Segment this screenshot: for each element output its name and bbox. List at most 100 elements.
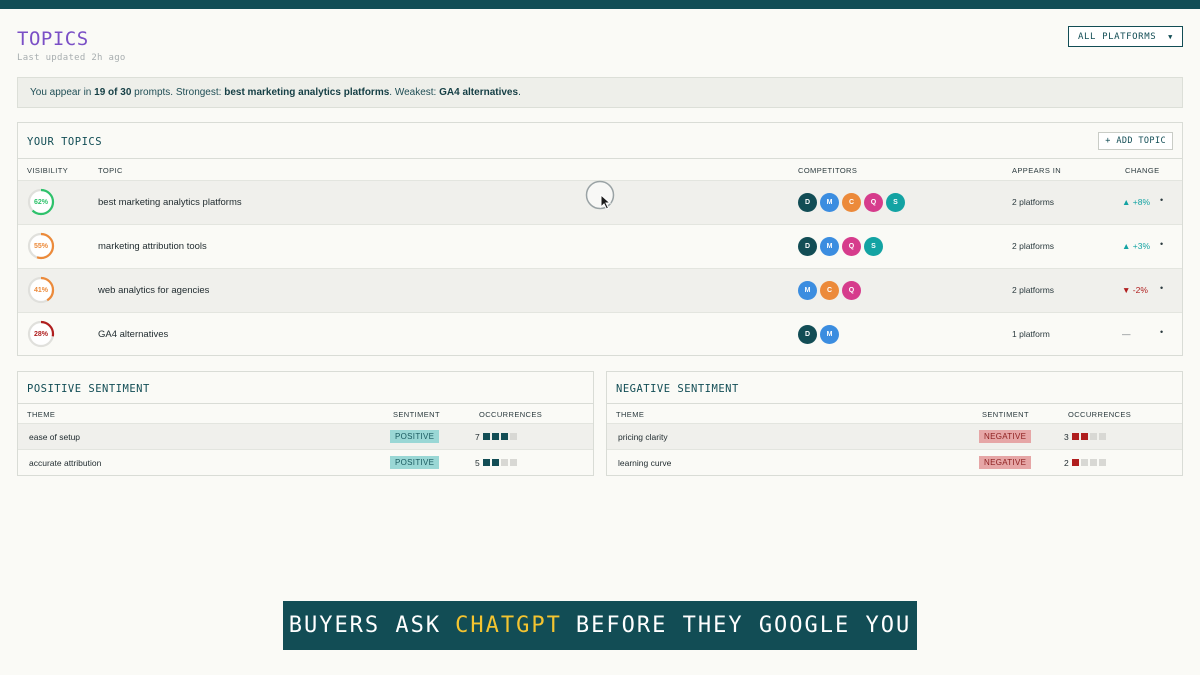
summary-banner: You appear in 19 of 30 prompts. Stronges… <box>17 77 1183 108</box>
caption-after: BEFORE THEY GOOGLE YOU <box>575 613 912 638</box>
add-topic-button[interactable]: + ADD TOPIC <box>1098 132 1173 150</box>
appears-in-value: 2 platforms <box>1012 285 1055 295</box>
chevron-down-icon: ▼ <box>1168 32 1173 41</box>
sentiment-row[interactable]: ease of setup POSITIVE 7 <box>18 423 593 449</box>
top-accent-bar <box>0 0 1200 9</box>
topic-row[interactable]: 28% GA4 alternatives DM 1 platform — • <box>18 312 1182 356</box>
row-menu-icon[interactable]: • <box>1160 283 1163 293</box>
appears-in-value: 2 platforms <box>1012 241 1055 251</box>
occurrence-square <box>491 459 499 466</box>
caption-before: BUYERS ASK <box>288 613 442 638</box>
competitor-avatar[interactable]: M <box>820 193 839 212</box>
row-menu-icon[interactable]: • <box>1160 195 1163 205</box>
page-title: TOPICS <box>17 28 89 50</box>
occurrence-square <box>509 433 517 440</box>
occurrence-count: 2 <box>1064 458 1069 468</box>
competitor-avatar[interactable]: D <box>798 193 817 212</box>
occurrence-square <box>1089 459 1097 466</box>
occurrence-count: 5 <box>475 458 480 468</box>
summary-strongest-topic: best marketing analytics platforms <box>224 87 390 98</box>
platform-filter-label: ALL PLATFORMS <box>1078 31 1157 42</box>
occurrences: 2 <box>1064 458 1108 468</box>
occurrence-square <box>1071 459 1079 466</box>
sentiment-badge: NEGATIVE <box>979 430 1032 443</box>
competitor-avatar[interactable]: Q <box>842 281 861 300</box>
col-theme: THEME <box>616 410 645 419</box>
topics-card-title: YOUR TOPICS <box>27 136 103 148</box>
col-sentiment: SENTIMENT <box>982 410 1029 419</box>
occurrence-count: 3 <box>1064 432 1069 442</box>
competitor-avatars: DMCQS <box>798 193 908 212</box>
competitor-avatar[interactable]: Q <box>842 237 861 256</box>
negative-table-header: THEME SENTIMENT OCCURRENCES <box>607 403 1182 423</box>
topic-name: marketing attribution tools <box>98 241 207 252</box>
change-value: ▲ +8% <box>1122 197 1151 207</box>
col-appears-in: APPEARS IN <box>1012 166 1062 175</box>
occurrence-bar <box>482 432 519 442</box>
competitor-avatar[interactable]: C <box>842 193 861 212</box>
summary-suffix: . <box>518 87 521 98</box>
topic-name: GA4 alternatives <box>98 329 169 340</box>
competitor-avatar[interactable]: D <box>798 325 817 344</box>
positive-sentiment-card: POSITIVE SENTIMENT THEME SENTIMENT OCCUR… <box>17 371 594 476</box>
competitor-avatar[interactable]: S <box>864 237 883 256</box>
change-value: — <box>1122 329 1131 339</box>
last-updated-text: Last updated 2h ago <box>17 53 126 63</box>
occurrences: 3 <box>1064 432 1108 442</box>
sentiment-row[interactable]: accurate attribution POSITIVE 5 <box>18 449 593 475</box>
col-competitors: COMPETITORS <box>798 166 858 175</box>
occurrence-square <box>1080 459 1088 466</box>
caption-banner: BUYERS ASK CHATGPT BEFORE THEY GOOGLE YO… <box>283 601 917 650</box>
row-menu-icon[interactable]: • <box>1160 239 1163 249</box>
occurrence-square <box>509 459 517 466</box>
topic-row[interactable]: 41% web analytics for agencies MCQ 2 pla… <box>18 268 1182 312</box>
competitor-avatar[interactable]: M <box>820 237 839 256</box>
negative-sentiment-card: NEGATIVE SENTIMENT THEME SENTIMENT OCCUR… <box>606 371 1183 476</box>
topic-row[interactable]: 55% marketing attribution tools DMQS 2 p… <box>18 224 1182 268</box>
topics-card: YOUR TOPICS + ADD TOPIC VISIBILITY TOPIC… <box>17 122 1183 356</box>
occurrences: 7 <box>475 432 519 442</box>
platform-filter-dropdown[interactable]: ALL PLATFORMS ▼ <box>1068 26 1183 47</box>
occurrence-bar <box>1071 458 1108 468</box>
occurrences: 5 <box>475 458 519 468</box>
visibility-value: 55% <box>33 242 48 250</box>
summary-text-weakest: . Weakest: <box>389 87 440 98</box>
competitor-avatar[interactable]: M <box>820 325 839 344</box>
positive-sentiment-title: POSITIVE SENTIMENT <box>27 383 150 395</box>
occurrence-square <box>1098 433 1106 440</box>
occurrence-square <box>500 433 508 440</box>
col-topic: TOPIC <box>98 166 123 175</box>
topic-name: web analytics for agencies <box>98 285 210 296</box>
mouse-cursor-icon <box>585 180 615 210</box>
positive-table-header: THEME SENTIMENT OCCURRENCES <box>18 403 593 423</box>
appears-in-value: 2 platforms <box>1012 197 1055 207</box>
row-menu-icon[interactable]: • <box>1160 327 1163 337</box>
change-value: ▼ -2% <box>1122 285 1148 295</box>
summary-text-strongest: prompts. Strongest: <box>131 87 225 98</box>
competitor-avatar[interactable]: C <box>820 281 839 300</box>
topic-name: best marketing analytics platforms <box>98 197 242 208</box>
theme-name: accurate attribution <box>29 458 102 468</box>
competitor-avatar[interactable]: S <box>886 193 905 212</box>
sentiment-row[interactable]: pricing clarity NEGATIVE 3 <box>607 423 1182 449</box>
theme-name: pricing clarity <box>618 432 668 442</box>
summary-weakest-topic: GA4 alternatives <box>439 87 519 98</box>
competitor-avatar[interactable]: D <box>798 237 817 256</box>
competitor-avatar[interactable]: M <box>798 281 817 300</box>
occurrence-square <box>1098 459 1106 466</box>
visibility-value: 28% <box>33 330 48 338</box>
occurrence-count: 7 <box>475 432 480 442</box>
competitor-avatars: MCQ <box>798 281 864 300</box>
occurrence-square <box>1080 433 1088 440</box>
col-theme: THEME <box>27 410 56 419</box>
occurrence-bar <box>482 458 519 468</box>
col-change: CHANGE <box>1125 166 1160 175</box>
competitor-avatar[interactable]: Q <box>864 193 883 212</box>
competitor-avatars: DMQS <box>798 237 886 256</box>
sentiment-row[interactable]: learning curve NEGATIVE 2 <box>607 449 1182 475</box>
col-sentiment: SENTIMENT <box>393 410 440 419</box>
sentiment-badge: NEGATIVE <box>979 456 1032 469</box>
occurrence-square <box>491 433 499 440</box>
visibility-value: 41% <box>33 286 48 294</box>
theme-name: learning curve <box>618 458 672 468</box>
